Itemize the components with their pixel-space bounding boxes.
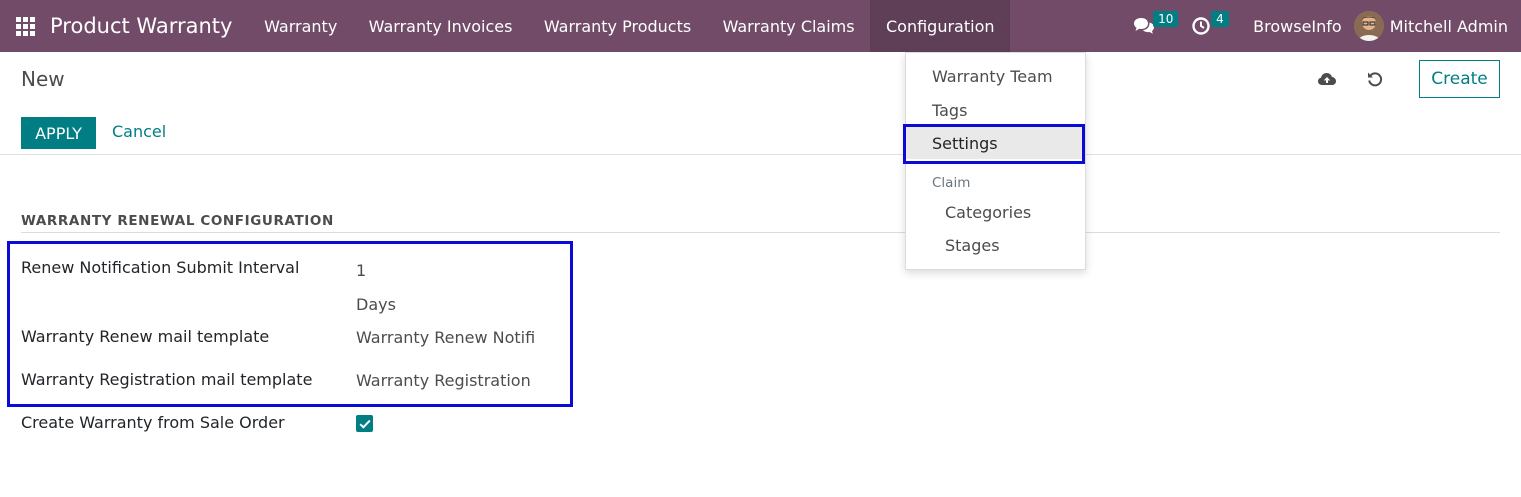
control-panel-divider — [0, 154, 1521, 155]
configuration-dropdown: Warranty Team Tags Settings Claim Catego… — [905, 52, 1086, 270]
messages-button[interactable]: 10 — [1123, 0, 1179, 52]
menu-configuration[interactable]: Configuration — [870, 0, 1011, 52]
user-name: Mitchell Admin — [1389, 16, 1508, 36]
form-status-icons — [1316, 68, 1412, 90]
cloud-upload-icon — [1318, 73, 1336, 85]
top-navbar: Product Warranty Warranty Warranty Invoi… — [0, 0, 1521, 52]
check-icon — [359, 419, 371, 429]
activities-button[interactable]: 4 — [1181, 0, 1229, 52]
user-avatar — [1353, 11, 1384, 41]
user-menu[interactable]: Mitchell Admin — [1353, 0, 1521, 52]
main-menu: Warranty Warranty Invoices Warranty Prod… — [248, 0, 1011, 52]
dropdown-item-categories[interactable]: Categories — [906, 196, 1085, 228]
section-divider — [21, 232, 1500, 233]
app-title[interactable]: Product Warranty — [50, 14, 232, 38]
menu-warranty-products[interactable]: Warranty Products — [528, 0, 707, 52]
create-from-sale-order-label: Create Warranty from Sale Order — [21, 413, 285, 432]
menu-warranty-claims[interactable]: Warranty Claims — [707, 0, 870, 52]
annotation-highlight-fields — [7, 241, 573, 407]
create-button[interactable]: Create — [1419, 60, 1500, 98]
systray: 10 4 BrowseInfo Mitchell Admin — [1123, 0, 1521, 52]
menu-warranty-invoices[interactable]: Warranty Invoices — [353, 0, 528, 52]
company-switcher[interactable]: BrowseInfo — [1241, 17, 1354, 36]
create-from-sale-order-checkbox[interactable] — [356, 415, 373, 432]
undo-icon — [1368, 72, 1383, 87]
clock-icon — [1192, 17, 1210, 35]
apps-menu-button[interactable] — [0, 0, 50, 52]
page-title: New — [21, 67, 65, 91]
dropdown-item-warranty-team[interactable]: Warranty Team — [906, 60, 1085, 92]
menu-warranty[interactable]: Warranty — [248, 0, 353, 52]
messages-count-badge: 10 — [1153, 11, 1179, 27]
discard-button[interactable] — [1364, 68, 1386, 90]
dropdown-header-claim: Claim — [932, 175, 971, 191]
section-title: WARRANTY RENEWAL CONFIGURATION — [21, 213, 334, 229]
save-cloud-button[interactable] — [1316, 68, 1338, 90]
cancel-button[interactable]: Cancel — [112, 122, 166, 141]
dropdown-item-stages[interactable]: Stages — [906, 229, 1085, 261]
activities-count-badge: 4 — [1211, 11, 1229, 27]
dropdown-item-tags[interactable]: Tags — [906, 94, 1085, 126]
apply-button[interactable]: APPLY — [21, 117, 96, 149]
apps-grid-icon — [15, 16, 35, 36]
dropdown-item-settings[interactable]: Settings — [906, 127, 1085, 159]
chat-icon — [1134, 18, 1155, 34]
